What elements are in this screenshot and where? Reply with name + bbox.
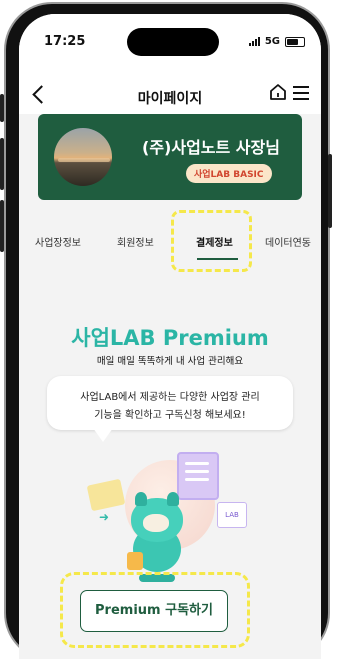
arrow-right-icon: ➜ xyxy=(99,510,110,524)
mascot-illustration: LAB ➜ xyxy=(86,450,259,588)
business-name: (주)사업노트 사장님 xyxy=(142,138,280,157)
button-highlight-outline xyxy=(60,572,250,648)
app-screen: 17:25 5G 마이페이지 (주)사업노트 사장님 사업LAB BASIC 사… xyxy=(19,14,321,659)
profile-card: (주)사업노트 사장님 사업LAB BASIC xyxy=(38,114,302,200)
status-time: 17:25 xyxy=(44,34,86,49)
mascot-character xyxy=(127,492,187,582)
lab-card-icon: LAB xyxy=(217,502,247,528)
promo-subtitle: 매일 매일 똑똑하게 내 사업 관리해요 xyxy=(96,356,244,367)
status-indicators: 5G xyxy=(248,36,305,47)
signal-icon xyxy=(248,37,260,46)
tab-highlight-outline xyxy=(171,210,252,272)
dynamic-island xyxy=(127,28,219,56)
bubble-line-2: 기능을 확인하고 구독신청 해보세요! xyxy=(94,410,246,421)
home-icon[interactable] xyxy=(268,82,288,102)
bag-icon xyxy=(127,552,143,570)
battery-icon xyxy=(285,36,305,47)
app-header: 마이페이지 xyxy=(19,58,321,114)
avatar xyxy=(54,128,112,186)
hamburger-menu-icon[interactable] xyxy=(293,86,309,100)
volume-up-button xyxy=(0,138,4,190)
status-bar: 17:25 5G xyxy=(19,14,321,58)
power-button xyxy=(328,154,332,228)
volume-down-button xyxy=(0,200,4,252)
promo-title: 사업LAB Premium xyxy=(71,326,269,350)
bubble-line-1: 사업LAB에서 제공하는 다양한 사업장 관리 xyxy=(80,392,260,403)
network-label: 5G xyxy=(264,36,280,47)
document-icon xyxy=(86,478,126,512)
plan-badge: 사업LAB BASIC xyxy=(186,164,272,183)
mute-switch xyxy=(0,94,4,122)
speech-bubble: 사업LAB에서 제공하는 다양한 사업장 관리 기능을 확인하고 구독신청 해보… xyxy=(47,376,293,442)
tab-bar: 사업장정보 회원정보 결제정보 데이터연동 xyxy=(19,224,321,270)
tab-business-info[interactable]: 사업장정보 xyxy=(35,234,81,249)
tab-member-info[interactable]: 회원정보 xyxy=(117,234,154,249)
tab-data-integration[interactable]: 데이터연동 xyxy=(265,234,311,249)
